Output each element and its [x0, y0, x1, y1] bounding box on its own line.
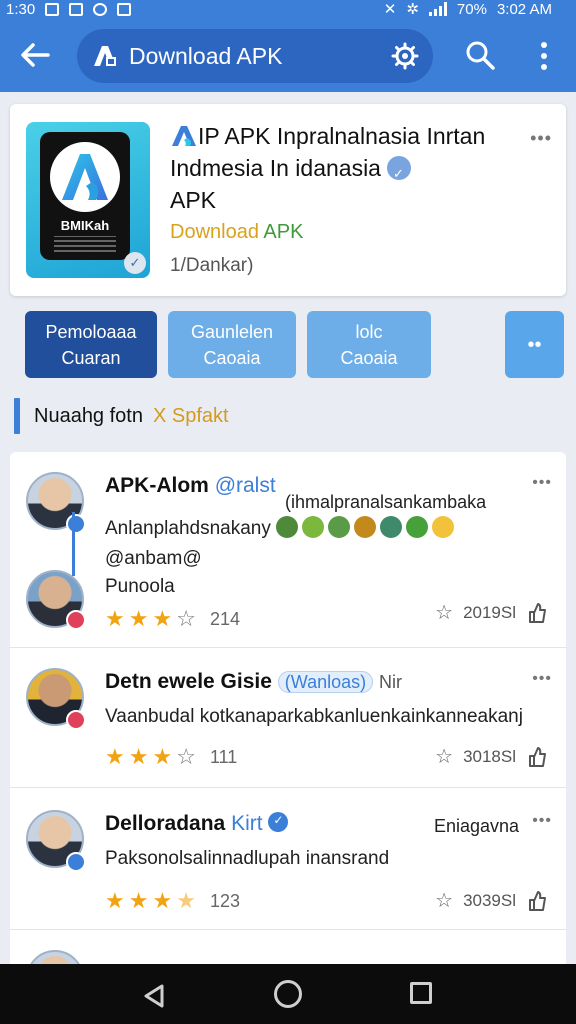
nav-back-icon[interactable] [140, 982, 168, 1010]
share-icon[interactable] [526, 602, 548, 624]
card-overflow-icon[interactable]: ••• [530, 128, 552, 149]
avatar-badge-icon [66, 514, 86, 534]
app-icon-fineprint [54, 236, 116, 252]
section-title: Nuaahg fotn [34, 404, 143, 427]
apk-logo-icon [94, 46, 116, 66]
mute-icon: ✕ [383, 1, 397, 18]
review-text: Anlanplahdsnakany [105, 516, 455, 540]
star-outline-icon[interactable]: ☆ [435, 888, 453, 913]
star-outline-icon[interactable]: ☆ [435, 744, 453, 769]
app-icon-brand: BMIKah [60, 218, 110, 233]
list-item[interactable]: APK-Alom @ralst (ihmalpranalsankambaka A… [10, 452, 566, 648]
star-outline-icon[interactable]: ☆ [435, 600, 453, 625]
app-card[interactable]: BMIKah ✓ IP APK Inpralnalnasia Inrtan In… [10, 104, 566, 296]
primary-action-button[interactable]: Pemoloaaa Cuaran [25, 311, 157, 378]
review-aside: (ihmalpranalsankambaka [285, 492, 487, 512]
secondary-action-button-1[interactable]: Gaunlelen Caoaia [168, 311, 296, 378]
review-author[interactable]: APK-Alom @ralst [105, 474, 276, 498]
download-apk-link[interactable]: Download APK [170, 221, 303, 244]
review-text: Vaanbudal kotkanaparkabkanluenkainkannea… [105, 706, 523, 727]
row-overflow-icon[interactable]: ••• [532, 474, 552, 492]
verified-check-icon: ✓ [124, 252, 146, 274]
share-icon[interactable] [526, 746, 548, 768]
rating-count: 123 [209, 890, 240, 911]
rating-count: 111 [209, 746, 238, 767]
review-stat: 3018Sl [463, 746, 516, 766]
review-meta: ☆ 3018Sl [435, 744, 548, 769]
app-bar: Download APK [0, 18, 576, 92]
review-author[interactable]: Delloradana Kirt [105, 812, 289, 836]
row-overflow-icon[interactable]: ••• [532, 812, 552, 830]
review-aside: Eniagavna [434, 816, 520, 836]
more-actions-button[interactable]: •• [505, 311, 564, 378]
avatar-badge-icon [66, 610, 86, 630]
nav-recents-icon[interactable] [410, 982, 432, 1004]
system-nav-bar [0, 964, 576, 1024]
signal-icon [428, 2, 447, 16]
back-arrow-icon[interactable] [18, 40, 52, 70]
review-stat: 2019Sl [463, 602, 516, 622]
row-overflow-icon[interactable]: ••• [532, 670, 552, 688]
review-mention: @anbam@ [105, 548, 202, 569]
review-author[interactable]: Detn ewele Gisie (Wanloas) Nir [105, 670, 402, 694]
secondary-action-button-2[interactable]: lolc Caoaia [307, 311, 431, 378]
app-bar-title: Download APK [129, 42, 283, 69]
status-time: 1:30 [6, 0, 36, 18]
gear-icon[interactable] [391, 42, 419, 70]
notification-icon [45, 2, 60, 16]
emoji-reactions [276, 516, 455, 538]
list-item[interactable]: Detn ewele Gisie (Wanloas) Nir Vaanbudal… [10, 648, 566, 788]
verified-badge-icon [268, 812, 289, 832]
list-item[interactable]: Delloradana Kirt Eniagavna Paksonolsalin… [10, 788, 566, 930]
review-footer: Punoola [105, 576, 175, 597]
nav-home-icon[interactable] [274, 980, 302, 1008]
section-filter-link[interactable]: X Spfakt [153, 405, 229, 428]
section-header: Nuaahg fotn X Spfakt [14, 398, 229, 434]
battery-text: 70% [456, 0, 487, 18]
a-mark-icon [172, 126, 196, 146]
review-meta: ☆ 3039Sl [435, 888, 548, 913]
app-icon: BMIKah ✓ [26, 122, 150, 278]
avatar-badge-icon [66, 852, 86, 872]
shield-icon [93, 2, 108, 16]
app-logo-circle [50, 142, 120, 212]
avatar-badge-icon [66, 710, 86, 730]
status-clock: 3:02 AM [496, 0, 552, 18]
review-meta: ☆ 2019Sl [435, 600, 548, 625]
phone-frame: BMIKah [40, 132, 130, 260]
search-pill[interactable]: Download APK [77, 29, 433, 83]
overflow-menu-icon[interactable] [534, 42, 554, 70]
section-accent-bar [14, 398, 20, 434]
wifi-icon: ✲ [406, 1, 419, 18]
star-rating: ★ ★ ★ ★ 123 [105, 888, 240, 913]
review-text: Paksonolsalinnadlupah inansrand [105, 848, 390, 869]
a-logo-icon [62, 154, 108, 200]
review-stat: 3039Sl [463, 890, 516, 910]
star-rating: ★ ★ ★ ☆ 111 [105, 744, 238, 769]
thread-line [72, 512, 75, 576]
star-rating: ★ ★ ★ ☆ 214 [105, 606, 240, 631]
app-title: IP APK Inpralnalnasia Inrtan Indmesia In… [170, 120, 530, 216]
review-list: APK-Alom @ralst (ihmalpranalsankambaka A… [10, 452, 566, 972]
check-notification-icon [69, 2, 84, 16]
status-bar: 1:30 ✕ ✲ 70% 3:02 AM [0, 0, 576, 18]
share-icon[interactable] [526, 890, 548, 912]
author-tag: (Wanloas) [277, 671, 374, 693]
verified-badge-icon [386, 156, 411, 190]
search-icon[interactable] [465, 40, 495, 70]
app-subline: 1/Dankar) [170, 255, 254, 276]
rating-count: 214 [209, 608, 240, 629]
image-icon [117, 2, 132, 16]
